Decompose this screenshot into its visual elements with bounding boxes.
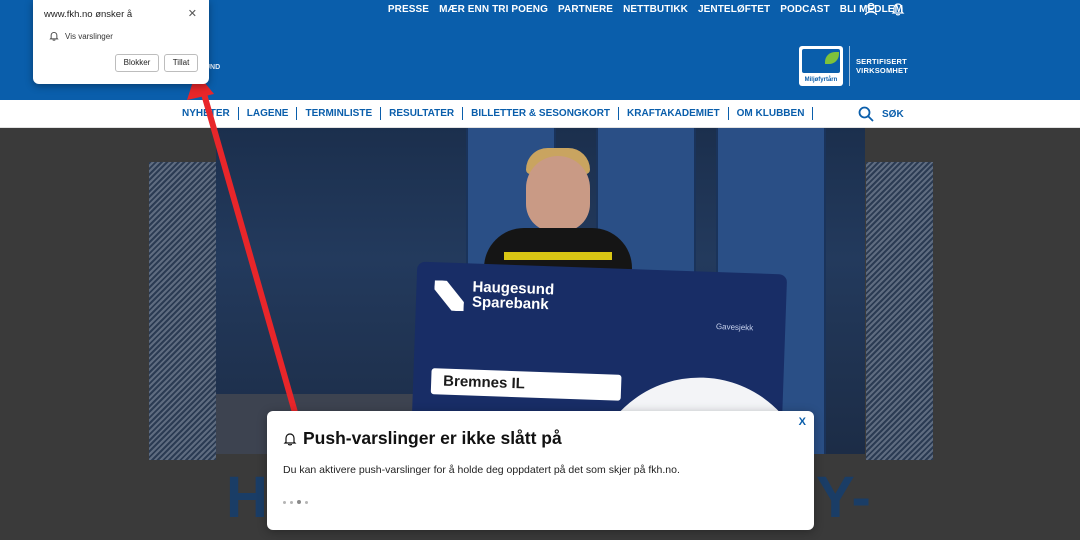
allow-button[interactable]: Tillat <box>164 54 198 72</box>
top-nav-podcast[interactable]: PODCAST <box>775 4 835 15</box>
certification-line2: VIRKSOMHET <box>855 66 908 75</box>
nav-billetter[interactable]: BILLETTER & SESONGKORT <box>463 107 618 120</box>
block-button[interactable]: Blokker <box>115 54 159 72</box>
top-nav: PRESSE MÆR ENN TRI POENG PARTNERE NETTBU… <box>383 4 908 15</box>
certification-divider <box>848 46 850 86</box>
search-button[interactable]: SØK <box>858 106 904 122</box>
nav-nyheter[interactable]: NYHETER <box>174 107 238 120</box>
article-headline-partial-right[interactable]: Y- <box>816 468 871 528</box>
permission-title: www.fkh.no ønsker å <box>44 9 133 20</box>
top-nav-presse[interactable]: PRESSE <box>383 4 434 15</box>
top-nav-nettbutikk[interactable]: NETTBUTIKK <box>618 4 693 15</box>
nav-kraftakademiet[interactable]: KRAFTAKADEMIET <box>619 107 728 120</box>
article-headline-partial-left[interactable]: H <box>226 468 269 528</box>
sparebank-logo-icon <box>434 280 465 311</box>
nav-om-klubben[interactable]: OM KLUBBEN <box>729 107 813 120</box>
modal-close-button[interactable]: X <box>799 416 806 428</box>
top-nav-jenteloftet[interactable]: JENTELØFTET <box>693 4 775 15</box>
user-icon[interactable] <box>864 2 878 16</box>
hero-stripe-decoration-right <box>866 162 933 460</box>
certification-line1: SERTIFISERT <box>855 57 907 66</box>
certification-text: SERTIFISERT VIRKSOMHET <box>856 57 908 75</box>
main-nav: NYHETER LAGENE TERMINLISTE RESULTATER BI… <box>0 100 1080 128</box>
miljofyrtarn-logo-text: Miljøfyrtårn <box>804 77 838 83</box>
check-payee: Bremnes IL <box>430 368 622 401</box>
search-label: SØK <box>882 108 904 120</box>
top-nav-partnere[interactable]: PARTNERE <box>553 4 618 15</box>
modal-body-text: Du kan aktivere push-varslinger for å ho… <box>283 464 680 476</box>
permission-label: Vis varslinger <box>65 31 113 41</box>
loading-dots <box>283 500 308 504</box>
modal-title: Push-varslinger er ikke slått på <box>303 428 562 448</box>
nav-terminliste[interactable]: TERMINLISTE <box>297 107 380 120</box>
nav-lagene[interactable]: LAGENE <box>239 107 297 120</box>
nav-resultater[interactable]: RESULTATER <box>381 107 462 120</box>
push-notification-modal: X Push-varslinger er ikke slått på Du ka… <box>267 411 814 530</box>
hero-stripe-decoration-left <box>149 162 216 460</box>
miljofyrtarn-certification[interactable]: Miljøfyrtårn SERTIFISERT VIRKSOMHET <box>798 46 908 86</box>
search-icon <box>858 106 874 122</box>
bell-icon <box>49 31 59 41</box>
check-label: Gavesjekk <box>715 322 754 333</box>
notification-permission-popup: www.fkh.no ønsker å ✕ Vis varslinger Blo… <box>33 0 209 84</box>
top-nav-maer-enn-tri-poeng[interactable]: MÆR ENN TRI POENG <box>434 4 553 15</box>
nav-separator <box>812 107 814 120</box>
permission-close-icon[interactable]: ✕ <box>188 8 197 20</box>
modal-title-row: Push-varslinger er ikke slått på <box>283 428 562 449</box>
miljofyrtarn-logo: Miljøfyrtårn <box>798 46 843 86</box>
bell-icon <box>283 432 297 445</box>
check-brand: Haugesund Sparebank <box>471 279 555 314</box>
check-brand-line2: Sparebank <box>471 293 549 314</box>
bell-icon[interactable] <box>891 2 905 16</box>
hero-image[interactable]: Haugesund Sparebank Gavesjekk Bremnes IL <box>216 128 865 454</box>
permission-row: Vis varslinger <box>49 31 113 41</box>
